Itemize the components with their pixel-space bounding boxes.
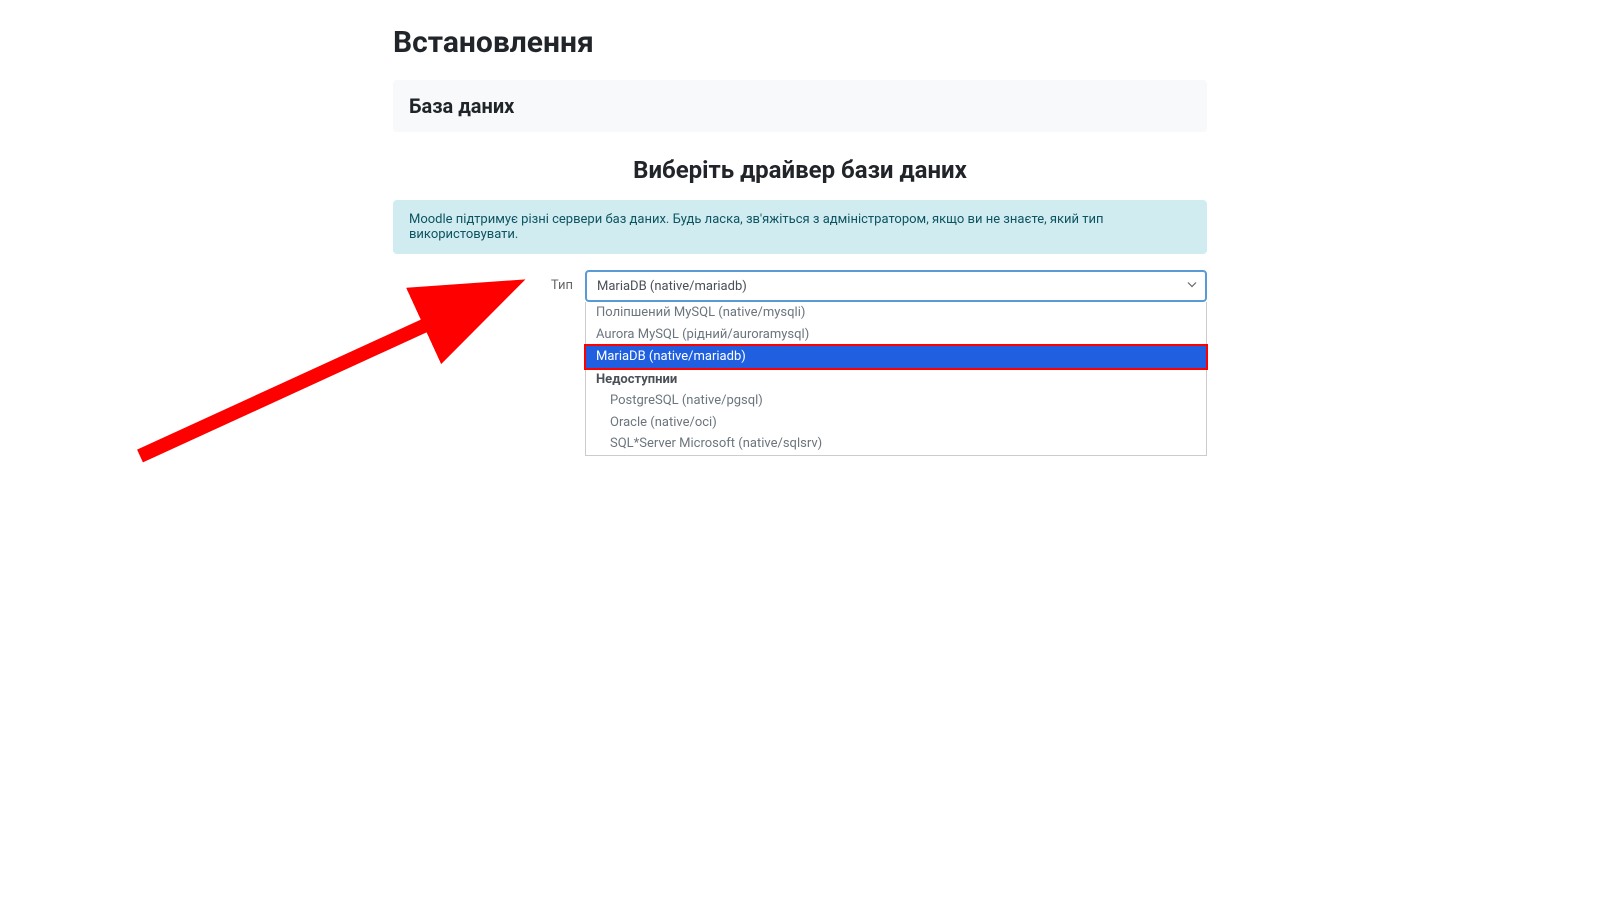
dropdown-option[interactable]: Aurora MySQL (рідний/auroramysql) bbox=[586, 324, 1206, 346]
type-label: Тип bbox=[393, 270, 573, 293]
chevron-down-icon bbox=[1187, 279, 1197, 294]
db-driver-selected-value: MariaDB (native/mariadb) bbox=[597, 279, 747, 294]
card-header-title: База даних bbox=[409, 94, 1191, 118]
form-row-type: Тип MariaDB (native/mariadb) Поліпшений … bbox=[393, 270, 1207, 302]
dropdown-group-label: Недоступнии bbox=[586, 369, 1206, 391]
dropdown-option[interactable]: Oracle (native/oci) bbox=[586, 412, 1206, 434]
dropdown-option[interactable]: MariaDB (native/mariadb) bbox=[584, 344, 1208, 370]
card-header: База даних bbox=[393, 80, 1207, 132]
dropdown-option[interactable]: Поліпшений MySQL (native/mysqli) bbox=[586, 302, 1206, 324]
page-title: Встановлення bbox=[393, 25, 1207, 60]
db-driver-select[interactable]: MariaDB (native/mariadb) bbox=[585, 270, 1207, 302]
info-alert-text: Moodle підтримує різні сервери баз даних… bbox=[409, 212, 1104, 242]
section-heading: Виберіть драйвер бази даних bbox=[393, 156, 1207, 184]
dropdown-option[interactable]: SQL*Server Microsoft (native/sqlsrv) bbox=[586, 433, 1206, 455]
dropdown-option[interactable]: PostgreSQL (native/pgsql) bbox=[586, 390, 1206, 412]
info-alert: Moodle підтримує різні сервери баз даних… bbox=[393, 200, 1207, 254]
db-driver-dropdown: Поліпшений MySQL (native/mysqli)Aurora M… bbox=[585, 302, 1207, 456]
